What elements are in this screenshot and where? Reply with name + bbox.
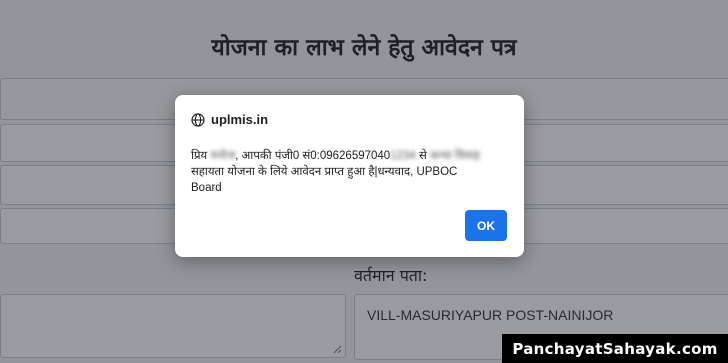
dialog-header: uplmis.in bbox=[191, 112, 268, 127]
watermark: PanchayatSahayak.com bbox=[502, 334, 728, 363]
ok-button[interactable]: OK bbox=[465, 210, 507, 241]
msg-line3: Board bbox=[191, 182, 222, 194]
alert-dialog: uplmis.in प्रिय मनोज, आपकी पंजी0 सं0:096… bbox=[175, 95, 524, 257]
msg-se: से bbox=[415, 150, 430, 162]
msg-id-blurred: 1234 bbox=[390, 150, 416, 162]
msg-line2: सहायता योजना के लिये आवेदन प्राप्त हुआ ह… bbox=[191, 166, 458, 178]
msg-name-blurred: मनोज bbox=[210, 150, 236, 162]
msg-prefix: प्रिय bbox=[191, 150, 211, 162]
globe-icon bbox=[191, 112, 205, 127]
dialog-domain: uplmis.in bbox=[211, 112, 269, 127]
msg-mid: , आपकी पंजी0 सं0:09626597040 bbox=[235, 150, 391, 162]
msg-scheme-blurred: कन्या विवाह bbox=[429, 150, 480, 162]
dialog-message: प्रिय मनोज, आपकी पंजी0 सं0:0962659704012… bbox=[191, 148, 509, 196]
